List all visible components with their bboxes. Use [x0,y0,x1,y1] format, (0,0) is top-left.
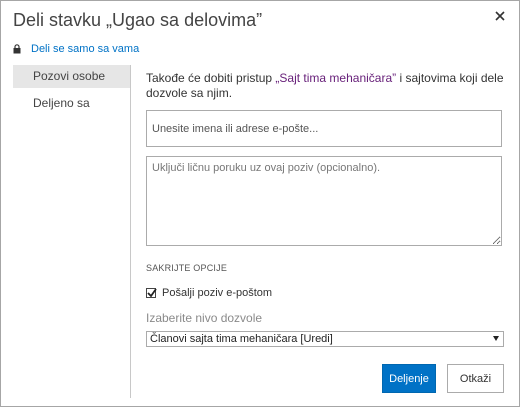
sharing-status: Deli se samo sa vama [13,41,139,57]
access-note-prefix: Takođe će dobiti pristup [146,71,276,85]
site-name: „Sajt tima mehaničara” [275,71,397,85]
sidebar: Pozovi osobe Deljeno sa [13,65,131,398]
permission-level-value: Članovi sajta tima mehaničara [Uredi] [150,333,333,345]
lock-icon [13,43,23,55]
checkmark-icon [147,288,157,298]
access-note: Takođe će dobiti pristup „Sajt tima meha… [146,71,504,101]
hide-options-link[interactable]: SAKRIJTE OPCIJE [146,263,227,273]
permission-level-label: Izaberite nivo dozvole [146,311,263,325]
sidebar-item-shared-with[interactable]: Deljeno sa [13,92,130,115]
close-icon[interactable] [491,7,509,25]
share-dialog: Deli stavku „Ugao sa delovima” Deli se s… [0,0,520,407]
send-email-option: Pošalji poziv e-poštom [146,286,272,300]
sidebar-item-invite-people[interactable]: Pozovi osobe [13,65,130,88]
names-or-emails-input[interactable] [146,110,502,147]
dropdown-arrow-icon [493,336,499,341]
permission-level-select[interactable]: Članovi sajta tima mehaničara [Uredi] [146,331,504,347]
personal-message-field[interactable] [146,156,502,246]
send-email-label: Pošalji poziv e-poštom [162,287,273,299]
cancel-button[interactable]: Otkaži [447,364,504,393]
dialog-title: Deli stavku „Ugao sa delovima” [13,10,263,30]
share-button[interactable]: Deljenje [382,364,436,393]
shared-only-with-you-link[interactable]: Deli se samo sa vama [31,43,139,55]
send-email-checkbox[interactable] [146,288,157,298]
invite-panel: Takođe će dobiti pristup „Sajt tima meha… [146,71,504,393]
